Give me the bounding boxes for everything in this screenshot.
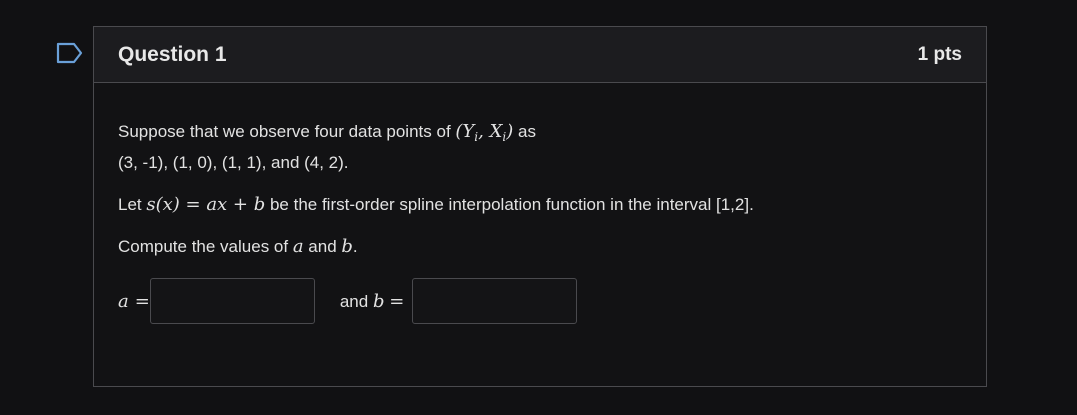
text-segment: and [339, 291, 369, 311]
question-text-data-points: Suppose that we observe four data points… [118, 117, 962, 177]
answer-b-label: and b = [340, 287, 404, 316]
answer-a-label: a = [118, 287, 150, 316]
text-segment: as [513, 122, 536, 141]
data-points-list: (3, -1), (1, 0), (1, 1), and (4, 2). [118, 153, 349, 172]
text-segment: Let [118, 195, 147, 214]
question-header: Question 1 1 pts [94, 27, 986, 83]
quiz-page: Question 1 1 pts Suppose that we observe… [0, 0, 1077, 415]
question-card: Question 1 1 pts Suppose that we observe… [93, 26, 987, 387]
text-segment: Suppose that we observe four data points… [118, 122, 456, 141]
question-body: Suppose that we observe four data points… [94, 83, 986, 324]
equals-sign: = [389, 290, 405, 312]
math-expression: (Yi, Xi) [455, 121, 513, 144]
math-subscript: i [474, 130, 479, 144]
math-variable: a [292, 236, 304, 257]
text-segment: be the first-order spline interpolation … [265, 195, 754, 214]
question-text-instruction: Compute the values of a and b. [118, 232, 962, 261]
text-segment: Compute the values of [118, 237, 293, 256]
math-part: , X [478, 121, 503, 142]
math-expression: s(x) = ax + b [146, 194, 266, 215]
math-variable: a [118, 290, 129, 312]
question-title: Question 1 [118, 42, 227, 66]
answer-b-input[interactable] [412, 278, 578, 324]
bookmark-flag-icon[interactable] [56, 42, 84, 64]
equals-sign: = [134, 290, 150, 312]
answer-row: a = and b = [118, 278, 962, 324]
math-variable: b [372, 290, 385, 312]
answer-a-input[interactable] [149, 278, 315, 324]
math-variable: b [341, 236, 353, 257]
question-text-spline: Let s(x) = ax + b be the first-order spl… [118, 190, 962, 219]
question-points: 1 pts [917, 43, 962, 65]
math-subscript: i [502, 130, 507, 144]
math-part: (Y [455, 121, 475, 142]
text-segment: and [303, 237, 342, 256]
text-segment: . [352, 237, 358, 256]
